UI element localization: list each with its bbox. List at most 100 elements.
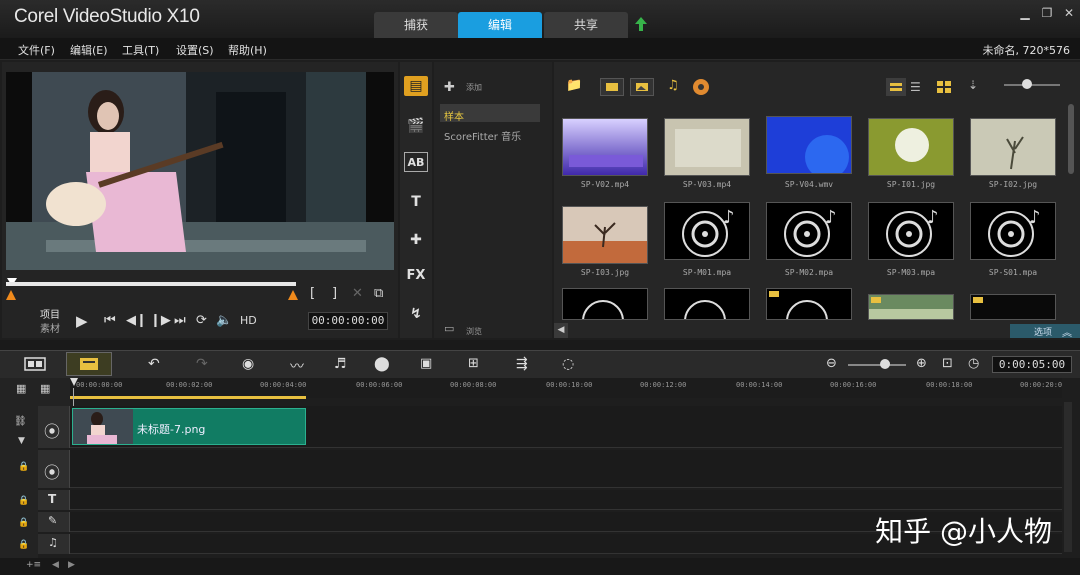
tab-edit[interactable]: 编辑 (458, 12, 542, 38)
repeat-icon[interactable]: ⟳ (196, 313, 207, 328)
sound-mixer-icon[interactable]: 〰 (290, 356, 304, 376)
zoom-slider-handle[interactable] (880, 359, 890, 369)
prev-frame-icon[interactable]: ◀❙ (126, 313, 147, 328)
library-item-thumbnail[interactable] (868, 294, 954, 320)
library-item-thumbnail[interactable]: ♪ (766, 202, 852, 260)
enlarge-icon[interactable]: ⧉ (374, 286, 383, 301)
title-track[interactable] (38, 490, 1062, 510)
video-track-icon[interactable]: ⦿ (44, 418, 60, 442)
trim-end-marker-icon[interactable] (288, 290, 298, 300)
track-lock-icon[interactable]: 🔒 (18, 518, 29, 528)
library-item-thumbnail[interactable] (562, 288, 648, 320)
add-track-icon[interactable]: +≡ (26, 560, 41, 570)
thumbnail-size-slider[interactable] (1004, 84, 1060, 86)
library-item-thumbnail[interactable] (970, 294, 1056, 320)
timeline-playhead-icon[interactable] (70, 378, 78, 388)
auto-music-icon[interactable]: ♬ (334, 356, 347, 372)
library-item-thumbnail[interactable] (562, 206, 648, 264)
zoom-in-icon[interactable]: ⊕ (916, 356, 927, 371)
browse-button[interactable]: 浏览 (466, 326, 482, 337)
media-category-icon[interactable]: ▤ (404, 76, 428, 96)
timeline-view-button[interactable] (66, 352, 112, 376)
multi-camera-icon[interactable]: ⊞ (468, 356, 479, 371)
title-track-icon[interactable]: T (48, 492, 56, 506)
tab-share[interactable]: 共享 (544, 12, 628, 38)
library-item-thumbnail[interactable] (766, 288, 852, 320)
thumbnail-view-icon[interactable] (934, 78, 954, 96)
add-folder-button[interactable]: 添加 (466, 82, 482, 93)
menu-edit[interactable]: 编辑(E) (70, 42, 108, 58)
storyboard-view-icon[interactable] (24, 356, 46, 372)
show-audio-icon[interactable]: ♫ (662, 78, 684, 96)
hd-toggle[interactable]: HD (240, 314, 257, 327)
motion-tracking-icon[interactable]: ⬤ (374, 356, 390, 372)
close-button[interactable]: ✕ (1062, 6, 1076, 20)
volume-icon[interactable]: 🔈 (216, 313, 232, 328)
track-manager-icon[interactable]: ▦ (16, 382, 26, 395)
options-expand-icon[interactable]: ︽ (1062, 324, 1072, 339)
end-icon[interactable]: ⏭ (174, 313, 186, 328)
graphic-icon[interactable]: ✚ (404, 230, 428, 250)
sort-icon[interactable]: ⇣ (968, 78, 978, 92)
scroll-right-icon[interactable]: ▶ (68, 560, 75, 570)
mark-in-icon[interactable]: [ (310, 286, 315, 301)
mark-out-icon[interactable]: ] (332, 286, 337, 301)
project-duration-icon[interactable]: ◷ (968, 356, 979, 371)
timeline-vertical-scrollbar[interactable] (1064, 402, 1072, 552)
library-item-thumbnail[interactable] (970, 118, 1056, 176)
library-item-thumbnail[interactable] (868, 118, 954, 176)
add-icon[interactable]: ✚ (444, 80, 455, 95)
undo-icon[interactable]: ↶ (148, 356, 160, 372)
subtitle-editor-icon[interactable]: ▣ (420, 356, 432, 371)
menu-help[interactable]: 帮助(H) (228, 42, 267, 58)
collapse-left-icon[interactable]: ◀ (554, 323, 568, 338)
upload-icon[interactable] (634, 16, 648, 32)
library-scrollbar[interactable] (1068, 104, 1074, 174)
video-preview[interactable] (6, 72, 394, 270)
fit-project-icon[interactable]: ⊡ (942, 356, 953, 371)
zoom-out-icon[interactable]: ⊖ (826, 356, 837, 371)
overlay-track-icon[interactable]: ⦿ (44, 459, 60, 483)
home-icon[interactable]: ⏮ (104, 313, 116, 328)
next-frame-icon[interactable]: ❙▶ (150, 313, 171, 328)
timeline-clip[interactable]: 未标题-7.png (72, 408, 306, 445)
filter-icon[interactable]: FX (404, 266, 428, 286)
voice-track-icon[interactable]: ✎ (48, 514, 57, 527)
folder-scorefitter[interactable]: ScoreFitter 音乐 (444, 128, 521, 143)
chapter-icon[interactable]: ▦ (40, 382, 50, 395)
zoom-slider[interactable] (848, 364, 906, 366)
browse-icon[interactable]: ▭ (444, 322, 454, 335)
cut-icon[interactable]: ✕ (352, 286, 363, 301)
time-remapping-icon[interactable]: ⇶ (516, 356, 528, 372)
minimize-button[interactable]: ▁ (1018, 6, 1032, 20)
redo-icon[interactable]: ↷ (196, 356, 208, 372)
trim-start-marker-icon[interactable] (6, 290, 16, 300)
library-item-thumbnail[interactable] (664, 288, 750, 320)
menu-tools[interactable]: 工具(T) (122, 42, 159, 58)
music-track-icon[interactable]: ♫ (48, 536, 58, 549)
menu-settings[interactable]: 设置(S) (176, 42, 214, 58)
scroll-left-icon[interactable]: ◀ (52, 560, 59, 570)
show-effects-icon[interactable] (692, 78, 712, 96)
tab-capture[interactable]: 捕获 (374, 12, 458, 38)
track-lock-icon[interactable]: 🔒 (18, 462, 29, 472)
mask-creator-icon[interactable]: ◌ (562, 356, 574, 372)
library-item-thumbnail[interactable] (766, 116, 852, 174)
list-view-icon[interactable] (886, 78, 906, 96)
title-icon[interactable]: T (404, 192, 428, 212)
menu-file[interactable]: 文件(F) (18, 42, 55, 58)
panel-divider[interactable] (0, 340, 1080, 350)
track-lock-icon[interactable]: 🔒 (18, 540, 29, 550)
library-item-thumbnail[interactable]: ♪ (970, 202, 1056, 260)
overlay-track[interactable] (38, 450, 1062, 488)
play-icon[interactable]: ▶ (76, 312, 88, 330)
record-capture-icon[interactable]: ◉ (242, 356, 254, 372)
library-item-thumbnail[interactable] (664, 118, 750, 176)
folder-sample[interactable]: 样本 (444, 108, 464, 123)
scrub-bar[interactable] (6, 282, 296, 286)
library-item-thumbnail[interactable]: ♪ (664, 202, 750, 260)
folder-icon[interactable]: 📁 (566, 78, 582, 93)
maximize-button[interactable]: ❐ (1040, 6, 1054, 20)
transition-icon[interactable]: AB (404, 152, 428, 172)
thumbnail-size-handle[interactable] (1022, 79, 1032, 89)
